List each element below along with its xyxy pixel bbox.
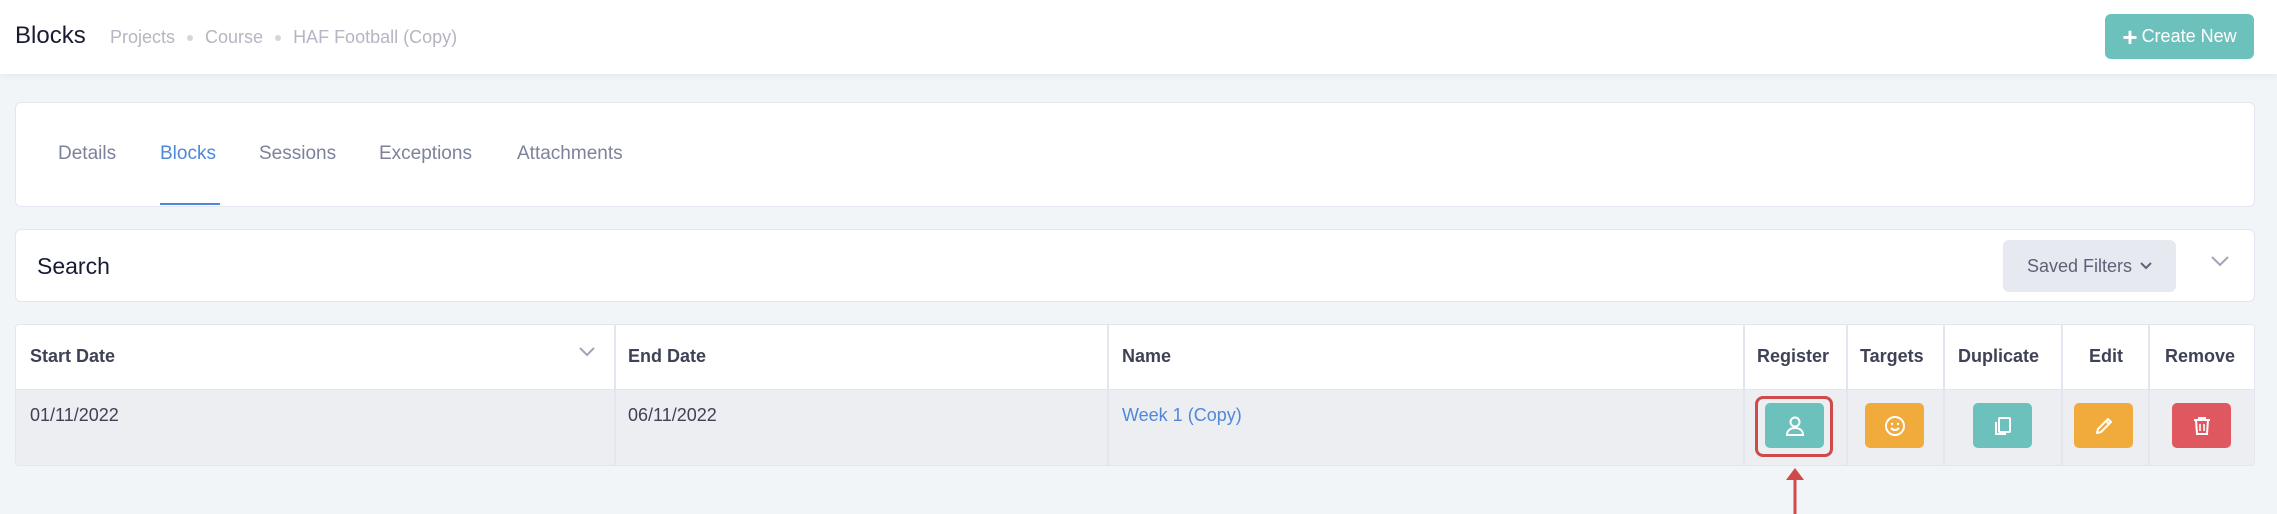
pencil-icon — [2095, 417, 2112, 434]
column-header-duplicate: Duplicate — [1958, 346, 2040, 366]
column-header-targets: Targets — [1860, 346, 1924, 366]
create-new-label: Create New — [2141, 26, 2237, 46]
column-header-edit: Edit — [2089, 346, 2123, 366]
search-panel: Search Saved Filters — [15, 229, 2255, 302]
arrow-up-icon — [1786, 468, 1804, 514]
chevron-down-icon[interactable] — [579, 347, 595, 357]
tab-exceptions[interactable]: Exceptions — [379, 143, 472, 165]
copy-icon — [1994, 416, 2011, 435]
tab-blocks[interactable]: Blocks — [160, 143, 216, 165]
plus-icon: + — [2122, 21, 2138, 52]
breadcrumb-item-course[interactable]: Course — [205, 27, 263, 48]
tab-attachments[interactable]: Attachments — [517, 143, 623, 165]
breadcrumb-item-projects[interactable]: Projects — [110, 27, 175, 48]
register-highlight-ring — [1755, 396, 1833, 457]
remove-button[interactable] — [2172, 403, 2231, 448]
saved-filters-dropdown[interactable]: Saved Filters — [2003, 240, 2176, 292]
column-header-end-date: End Date — [628, 346, 707, 366]
breadcrumb-separator — [187, 34, 194, 41]
targets-button[interactable] — [1865, 403, 1924, 448]
tabs-card: Details Blocks Sessions Exceptions Attac… — [15, 102, 2255, 207]
column-divider — [1943, 325, 1945, 465]
active-tab-indicator — [160, 203, 220, 205]
blocks-table: Start Date End Date Name Register Target… — [15, 324, 2255, 466]
column-divider — [614, 325, 616, 465]
duplicate-button[interactable] — [1973, 403, 2032, 448]
tab-details[interactable]: Details — [58, 143, 116, 165]
column-header-start-date[interactable]: Start Date — [30, 346, 115, 367]
end-date-cell: 06/11/2022 — [628, 405, 717, 425]
column-divider — [2061, 325, 2063, 465]
top-bar: Blocks Projects Course HAF Football (Cop… — [0, 0, 2277, 74]
column-divider — [1743, 325, 1745, 465]
saved-filters-label: Saved Filters — [2026, 255, 2133, 276]
edit-button[interactable] — [2074, 403, 2133, 448]
breadcrumb: Projects Course HAF Football (Copy) — [110, 27, 457, 48]
column-divider — [1107, 325, 1109, 465]
column-header-remove: Remove — [2165, 346, 2236, 366]
column-divider — [2148, 325, 2150, 465]
column-header-register: Register — [1757, 346, 1830, 366]
page-title: Blocks — [15, 22, 86, 49]
trash-icon — [2193, 416, 2210, 435]
chevron-down-icon[interactable] — [2211, 256, 2229, 267]
create-new-button[interactable]: + Create New — [2105, 14, 2254, 59]
block-name-link[interactable]: Week 1 (Copy) — [1122, 405, 1242, 426]
column-divider — [1846, 325, 1848, 465]
breadcrumb-separator — [275, 34, 282, 41]
column-header-name: Name — [1122, 346, 1172, 366]
tab-sessions[interactable]: Sessions — [259, 143, 336, 165]
breadcrumb-item-current: HAF Football (Copy) — [293, 27, 458, 47]
chevron-down-icon — [2140, 262, 2152, 270]
start-date-cell: 01/11/2022 — [30, 405, 119, 425]
smiley-icon — [1884, 415, 1905, 436]
search-title: Search — [37, 253, 110, 279]
